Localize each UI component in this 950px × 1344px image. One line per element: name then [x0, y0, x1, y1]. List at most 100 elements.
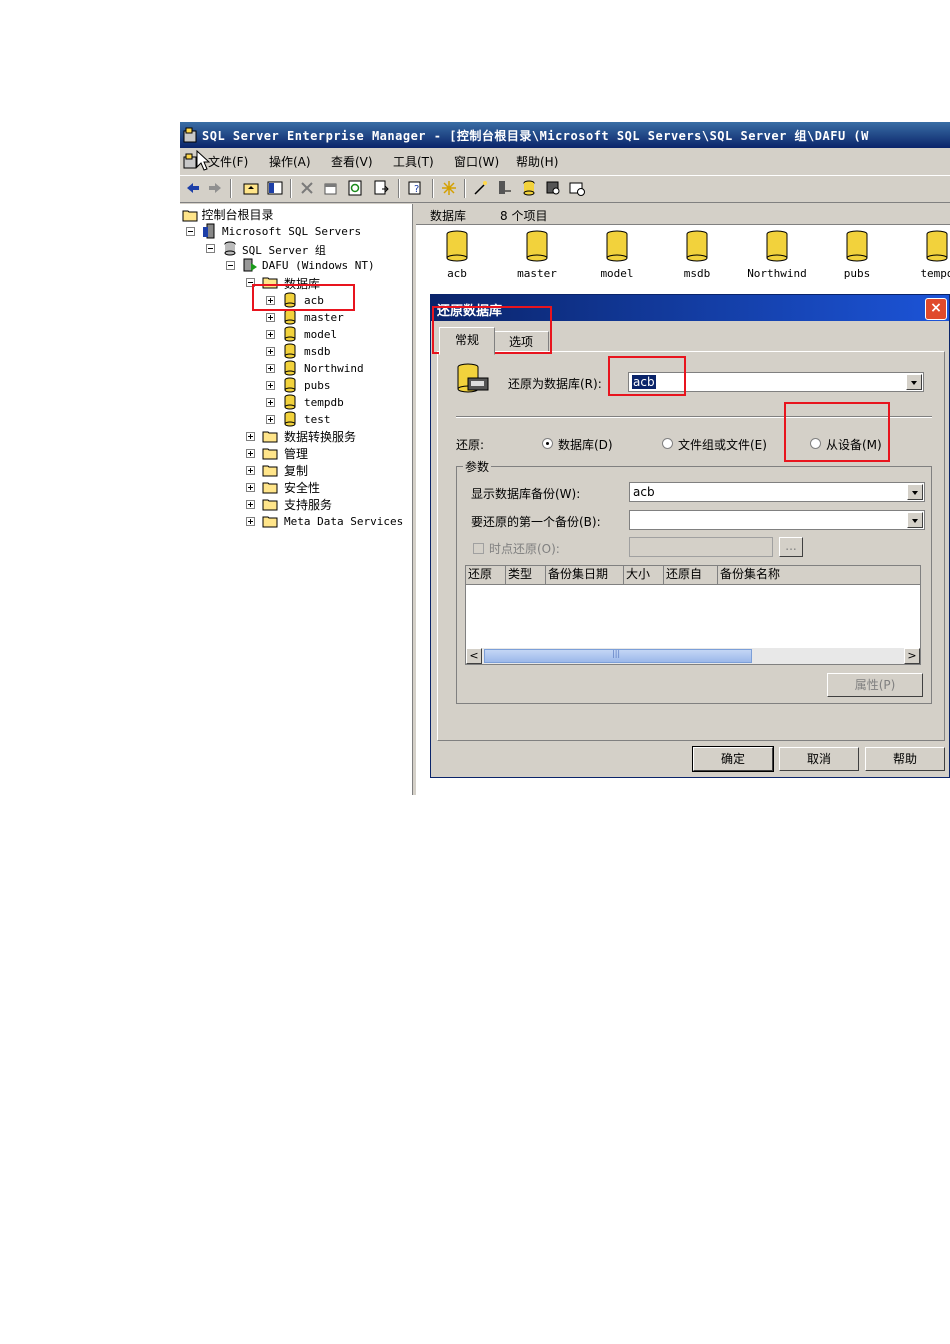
expand-icon[interactable] — [246, 466, 255, 475]
refresh-icon[interactable] — [346, 179, 364, 197]
list-item-master[interactable]: master — [502, 228, 572, 284]
grid-col-type[interactable]: 类型 — [506, 566, 546, 584]
back-arrow-icon[interactable] — [184, 179, 202, 197]
list-header-title: 数据库 — [430, 209, 467, 223]
cancel-button[interactable]: 取消 — [779, 747, 859, 771]
menu-window[interactable]: 窗口(W) — [454, 153, 499, 170]
tree-label: Meta Data Services — [284, 515, 404, 528]
highlight-box-restore-as — [608, 356, 686, 396]
list-item-tempdb[interactable]: tempd — [902, 228, 950, 284]
tree-label: 管理 — [284, 447, 309, 461]
toolbar-separator — [398, 179, 400, 198]
window-title-bar[interactable]: SQL Server Enterprise Manager - [控制台根目录\… — [180, 122, 950, 148]
collapse-icon[interactable] — [226, 261, 235, 270]
tree-label: DAFU (Windows NT) — [262, 259, 375, 272]
properties-icon[interactable] — [322, 179, 340, 197]
list-item-msdb[interactable]: msdb — [662, 228, 732, 284]
list-item-northwind[interactable]: Northwind — [742, 228, 812, 284]
tree-item-console-root[interactable]: 控制台根目录 — [182, 206, 274, 222]
chevron-down-icon[interactable] — [906, 374, 922, 390]
database-icon — [686, 230, 708, 262]
list-item-acb[interactable]: acb — [422, 228, 492, 284]
expand-icon[interactable] — [246, 500, 255, 509]
help-icon[interactable]: ? — [406, 179, 424, 197]
parameters-group: 参数 显示数据库备份(W): acb 要还原的第一个备份(B): 时点还原(O)… — [456, 458, 932, 704]
highlight-box-from-device — [784, 402, 890, 462]
new-login-icon[interactable] — [544, 179, 562, 197]
server-group-icon — [203, 223, 215, 239]
list-item-pubs[interactable]: pubs — [822, 228, 892, 284]
first-backup-combo[interactable] — [629, 510, 925, 530]
chevron-down-icon[interactable] — [907, 484, 923, 500]
database-icon — [926, 230, 948, 262]
radio-database[interactable] — [542, 438, 553, 449]
folder-icon — [262, 516, 278, 528]
grid-col-size[interactable]: 大小 — [624, 566, 664, 584]
properties-button[interactable]: 属性(P) — [827, 673, 923, 697]
expand-icon[interactable] — [266, 398, 275, 407]
folder-icon — [262, 431, 278, 443]
show-tree-icon[interactable] — [266, 179, 284, 197]
menu-view[interactable]: 查看(V) — [331, 153, 373, 170]
menu-tools[interactable]: 工具(T) — [393, 153, 434, 170]
browse-button[interactable]: ... — [779, 537, 803, 557]
grid-col-date[interactable]: 备份集日期 — [546, 566, 624, 584]
grid-col-name[interactable]: 备份集名称 — [718, 566, 920, 584]
radio-filegroup[interactable] — [662, 438, 673, 449]
forward-arrow-icon[interactable] — [206, 179, 224, 197]
scroll-right-icon[interactable]: > — [904, 648, 920, 664]
wizard-icon[interactable] — [472, 179, 490, 197]
grid-horizontal-scrollbar[interactable]: < ||| > — [466, 648, 920, 664]
restore-label: 还原: — [456, 438, 485, 452]
restore-database-icon — [457, 363, 489, 393]
show-backup-combo[interactable]: acb — [629, 482, 925, 502]
delete-icon[interactable] — [298, 179, 316, 197]
grid-col-restore[interactable]: 还原 — [466, 566, 506, 584]
collapse-icon[interactable] — [206, 244, 215, 253]
expand-icon[interactable] — [266, 415, 275, 424]
tree-label: tempdb — [304, 396, 344, 409]
expand-icon[interactable] — [266, 330, 275, 339]
up-folder-icon[interactable] — [242, 179, 260, 197]
new-item-icon[interactable] — [440, 179, 458, 197]
new-database-icon[interactable] — [520, 179, 538, 197]
tree-label: 支持服务 — [284, 498, 333, 512]
list-item-label: model — [600, 267, 634, 280]
chevron-down-icon[interactable] — [907, 512, 923, 528]
ok-button[interactable]: 确定 — [692, 746, 774, 772]
expand-icon[interactable] — [266, 347, 275, 356]
menu-bar: 文件(F) 操作(A) 查看(V) 工具(T) 窗口(W) 帮助(H) — [180, 150, 950, 172]
tree-label: pubs — [304, 379, 331, 392]
tab-general[interactable]: 常规 — [439, 327, 495, 355]
new-job-icon[interactable] — [568, 179, 586, 197]
folder-icon — [262, 499, 278, 511]
point-in-time-checkbox[interactable] — [473, 543, 484, 554]
query-tool-icon[interactable] — [496, 179, 514, 197]
tree-label: 数据转换服务 — [284, 430, 357, 444]
list-header: 数据库 8 个项目 — [416, 204, 950, 225]
scroll-left-icon[interactable]: < — [466, 648, 482, 664]
close-button[interactable]: × — [925, 298, 947, 320]
export-list-icon[interactable] — [372, 179, 390, 197]
scroll-grip-icon: ||| — [612, 649, 621, 658]
database-icon — [446, 230, 468, 262]
enterprise-manager-icon — [183, 127, 197, 143]
expand-icon[interactable] — [246, 432, 255, 441]
menu-help[interactable]: 帮助(H) — [516, 153, 558, 170]
menu-file[interactable]: 文件(F) — [208, 153, 248, 170]
radio-database-label[interactable]: 数据库(D) — [558, 436, 613, 453]
expand-icon[interactable] — [246, 483, 255, 492]
expand-icon[interactable] — [246, 517, 255, 526]
expand-icon[interactable] — [266, 313, 275, 322]
list-item-model[interactable]: model — [582, 228, 652, 284]
expand-icon[interactable] — [266, 381, 275, 390]
grid-col-source[interactable]: 还原自 — [664, 566, 718, 584]
help-button[interactable]: 帮助 — [865, 747, 945, 771]
expand-icon[interactable] — [266, 364, 275, 373]
point-in-time-field[interactable] — [629, 537, 773, 557]
radio-filegroup-label[interactable]: 文件组或文件(E) — [678, 436, 767, 453]
backup-set-grid[interactable]: 还原 类型 备份集日期 大小 还原自 备份集名称 < ||| > — [465, 565, 921, 665]
collapse-icon[interactable] — [186, 227, 195, 236]
menu-action[interactable]: 操作(A) — [269, 153, 311, 170]
expand-icon[interactable] — [246, 449, 255, 458]
